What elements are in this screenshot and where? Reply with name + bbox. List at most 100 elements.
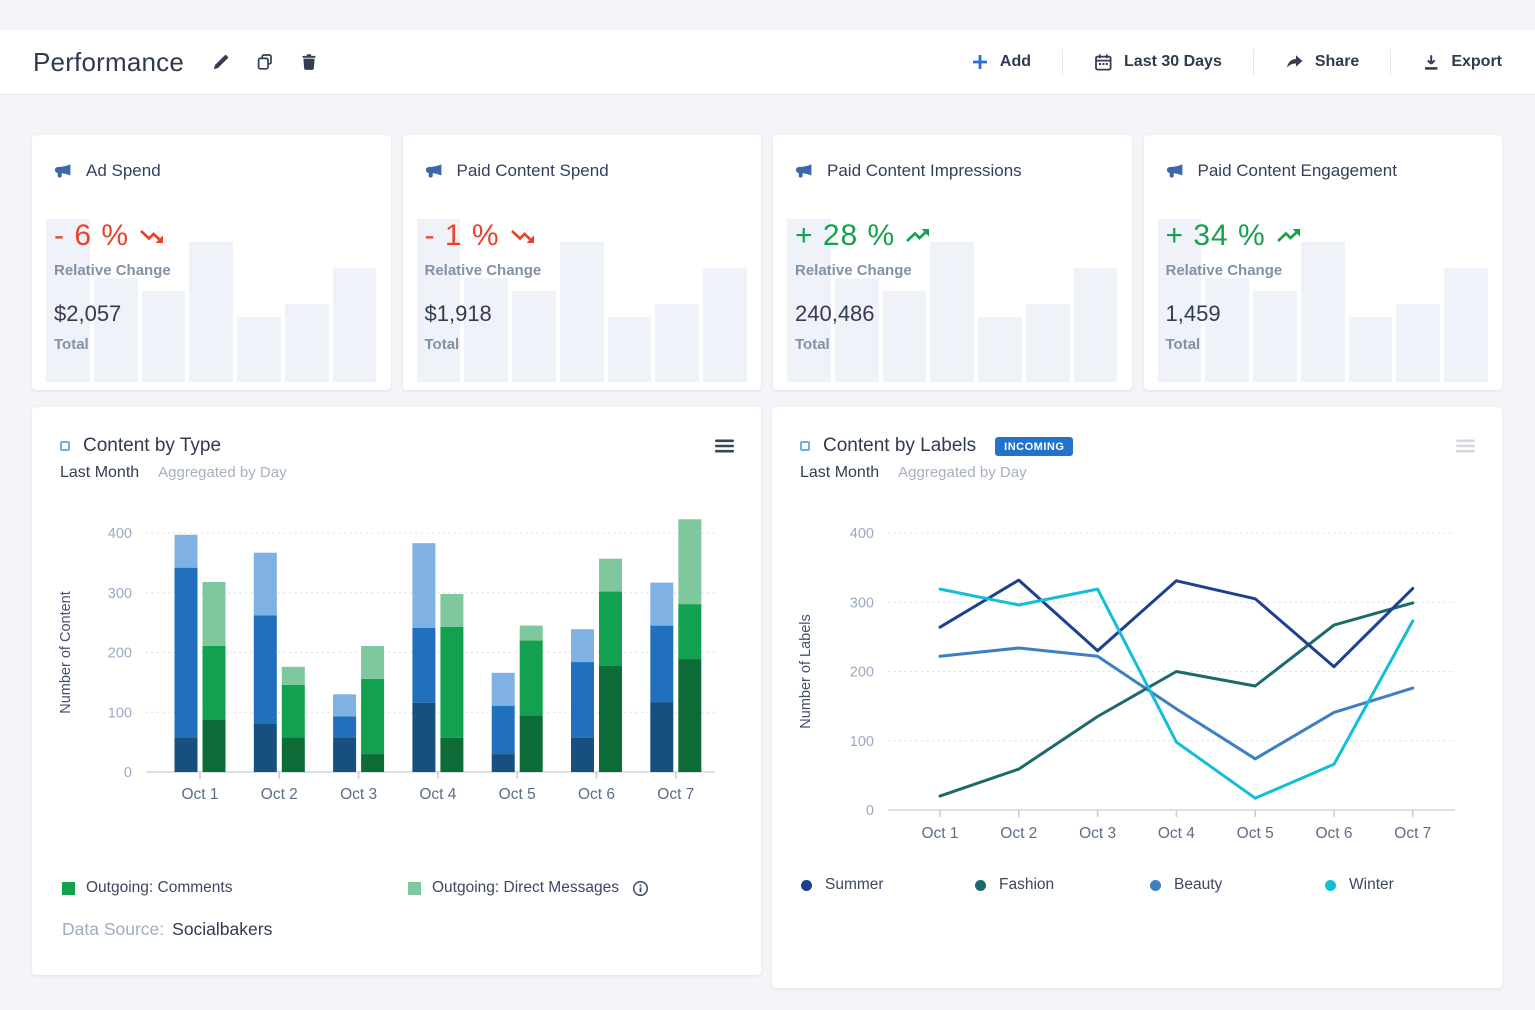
data-source-label: Data Source: <box>62 919 165 939</box>
sparkline-bar <box>1444 267 1488 382</box>
kpi-change-value: - 1 % <box>424 219 500 252</box>
date-range-label: Last 30 Days <box>1124 53 1222 70</box>
content-by-labels-card: Content by Labels INCOMING Last Month Agg… <box>772 407 1502 988</box>
content-by-type-card: Content by Type Last Month Aggregated by … <box>32 407 761 975</box>
svg-text:Oct 4: Oct 4 <box>419 786 456 803</box>
svg-text:300: 300 <box>108 586 132 602</box>
bar-blue-dark-oct3 <box>333 737 357 772</box>
legend-item[interactable]: Beauty <box>1150 876 1222 894</box>
bar-blue-dark-oct6 <box>571 737 594 772</box>
share-label: Share <box>1314 53 1360 70</box>
export-button[interactable]: Export <box>1391 53 1502 71</box>
legend-label: Outgoing: Comments <box>86 879 233 896</box>
sparkline-bar <box>284 303 329 382</box>
kpi-change: + 28 % <box>795 219 932 253</box>
charts-row: Content by Type Last Month Aggregated by … <box>32 407 1502 988</box>
svg-text:0: 0 <box>866 803 874 819</box>
chart-subtitle: Last Month Aggregated by Day <box>60 464 733 482</box>
kpi-card: Paid Content Spend - 1 % Relative Change… <box>402 135 761 390</box>
bar-green-mid-oct6 <box>599 591 622 666</box>
kpi-title: Ad Spend <box>86 161 161 180</box>
svg-text:100: 100 <box>850 734 874 750</box>
trash-icon <box>300 53 318 71</box>
chart-title: Content by Type <box>83 435 222 456</box>
svg-text:Oct 4: Oct 4 <box>1158 825 1195 842</box>
bar-blue-mid-oct6 <box>571 662 594 738</box>
data-source: Data Source: Socialbakers <box>62 919 272 940</box>
legend-dot <box>801 879 812 891</box>
legend-item[interactable]: Summer <box>801 876 884 894</box>
kpi-total-value: $1,918 <box>424 301 492 326</box>
svg-text:Oct 7: Oct 7 <box>657 786 694 803</box>
export-label: Export <box>1451 53 1502 70</box>
bar-green-mid-oct4 <box>440 626 464 738</box>
bar-green-dark-oct6 <box>599 665 622 772</box>
chart-menu-button[interactable] <box>1454 437 1477 455</box>
sparkline-bar <box>1348 316 1393 382</box>
legend-item[interactable]: Outgoing: Comments <box>62 879 232 897</box>
chart-title: Content by Labels <box>823 435 977 456</box>
bar-green-dark-oct3 <box>361 754 385 772</box>
bar-green-light-oct5 <box>519 625 543 641</box>
line-series-winter <box>938 587 1415 800</box>
chart-menu-button[interactable] <box>713 437 736 455</box>
share-button[interactable]: Share <box>1254 53 1390 71</box>
kpi-title: Paid Content Engagement <box>1197 161 1397 180</box>
svg-text:Oct 3: Oct 3 <box>340 786 377 803</box>
svg-text:Oct 6: Oct 6 <box>1315 825 1352 842</box>
date-range-button[interactable]: Last 30 Days <box>1063 53 1253 72</box>
bar-green-dark-oct2 <box>281 737 305 772</box>
widget-checkbox-icon[interactable] <box>800 441 810 451</box>
trend-arrow-icon <box>510 227 537 245</box>
sparkline-bar <box>607 316 652 382</box>
dashboard-content: Ad Spend - 6 % Relative Change $2,057 To… <box>32 135 1502 988</box>
sparkline-bar <box>559 241 604 382</box>
bar-blue-light-oct5 <box>491 672 515 706</box>
legend-swatch <box>62 881 75 895</box>
legend-label: Beauty <box>1174 876 1223 893</box>
legend-item[interactable]: Winter <box>1325 876 1394 894</box>
bar-blue-light-oct6 <box>571 629 594 663</box>
bar-green-mid-oct1 <box>202 645 226 721</box>
legend-label: Fashion <box>999 876 1055 893</box>
kpi-total-value: 240,486 <box>795 301 875 326</box>
legend-item[interactable]: Fashion <box>975 876 1054 894</box>
svg-text:0: 0 <box>124 765 132 781</box>
svg-text:Oct 2: Oct 2 <box>1000 825 1037 842</box>
bar-blue-light-oct3 <box>333 694 357 717</box>
subtitle-note: Aggregated by Day <box>158 464 287 481</box>
calendar-icon <box>1094 53 1113 72</box>
bar-green-mid-oct7 <box>678 604 702 660</box>
delete-button[interactable] <box>300 53 318 71</box>
sparkline-bar <box>1396 303 1441 382</box>
subtitle-period: Last Month <box>60 464 140 481</box>
kpi-change-value: + 28 % <box>795 219 896 252</box>
bar-blue-mid-oct4 <box>412 628 436 703</box>
pencil-icon <box>212 53 230 71</box>
bar-blue-mid-oct5 <box>491 705 515 755</box>
topbar-actions: Add Last 30 Days Share Export <box>940 49 1502 75</box>
info-icon[interactable] <box>632 880 649 897</box>
bar-green-light-oct1 <box>202 581 226 646</box>
widget-checkbox-icon[interactable] <box>60 441 70 451</box>
add-label: Add <box>999 53 1032 70</box>
title-actions <box>212 53 318 71</box>
edit-button[interactable] <box>212 53 230 71</box>
hamburger-icon <box>715 439 734 453</box>
bar-green-light-oct3 <box>361 645 385 679</box>
kpi-change: - 1 % <box>425 219 542 253</box>
bar-blue-dark-oct2 <box>253 723 277 772</box>
trend-arrow-icon <box>139 227 166 245</box>
legend-item[interactable]: Outgoing: Direct Messages <box>408 879 649 897</box>
sparkline-bar <box>978 316 1022 382</box>
add-button[interactable]: Add <box>940 53 1062 71</box>
legend-dot <box>1325 879 1336 891</box>
svg-text:Number of Labels: Number of Labels <box>798 614 814 728</box>
kpi-total-value: $2,057 <box>54 301 122 326</box>
bar-blue-light-oct7 <box>650 582 674 626</box>
kpi-card: Paid Content Impressions + 28 % Relative… <box>773 135 1132 390</box>
trend-arrow-icon <box>1276 227 1303 245</box>
svg-text:Oct 1: Oct 1 <box>921 825 958 842</box>
duplicate-button[interactable] <box>256 53 274 71</box>
bar-blue-mid-oct2 <box>253 615 277 724</box>
